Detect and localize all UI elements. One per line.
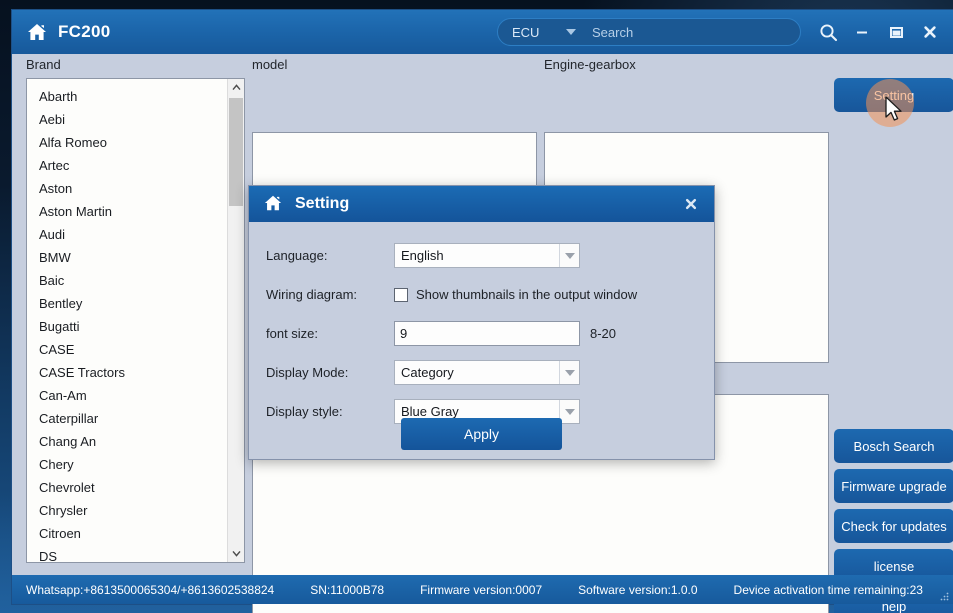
- statusbar-firmware-version: Firmware version:0007: [420, 582, 543, 597]
- app-title: FC200: [58, 22, 111, 41]
- main-content-area: Brand model Engine-gearbox Abarth Aebi Alf…: [12, 54, 953, 613]
- font-size-input[interactable]: [394, 321, 580, 346]
- statusbar-serial-number: SN:11000B78: [310, 582, 385, 597]
- brand-list-item[interactable]: Aston Martin: [27, 200, 227, 223]
- chevron-down-icon[interactable]: [559, 400, 579, 423]
- scrollbar-track[interactable]: [228, 96, 244, 545]
- display-style-value: Blue Gray: [401, 404, 459, 419]
- setting-dialog-body: Language: English Wiring diagram: Show t…: [249, 222, 714, 461]
- bosch-search-button[interactable]: Bosch Search: [834, 429, 953, 463]
- home-icon: [263, 194, 285, 214]
- brand-list[interactable]: Abarth Aebi Alfa Romeo Artec Aston Aston Mart…: [27, 79, 227, 562]
- model-column-label: model: [252, 57, 288, 72]
- brand-list-scrollbar[interactable]: [227, 79, 244, 562]
- side-button-column: Setting Bosch Search Firmware upgrade Check…: [834, 78, 953, 613]
- brand-list-item[interactable]: Abarth: [27, 85, 227, 108]
- brand-list-item[interactable]: BMW: [27, 246, 227, 269]
- language-value: English: [401, 248, 444, 263]
- brand-list-item[interactable]: Aston: [27, 177, 227, 200]
- search-bar[interactable]: ECU: [497, 18, 801, 46]
- font-size-label: font size:: [266, 326, 319, 341]
- language-select[interactable]: English: [394, 243, 580, 268]
- brand-list-item[interactable]: Chrysler: [27, 499, 227, 522]
- brand-list-item[interactable]: Bugatti: [27, 315, 227, 338]
- chevron-down-icon[interactable]: [559, 244, 579, 267]
- close-icon[interactable]: [913, 15, 947, 49]
- window-titlebar: FC200 ECU: [12, 10, 953, 54]
- brand-list-item[interactable]: Audi: [27, 223, 227, 246]
- apply-button[interactable]: Apply: [401, 418, 562, 450]
- chevron-down-icon: [566, 29, 576, 35]
- show-thumbnails-checkbox-row[interactable]: Show thumbnails in the output window: [394, 287, 637, 302]
- show-thumbnails-label: Show thumbnails in the output window: [416, 287, 638, 302]
- display-mode-value: Category: [401, 365, 454, 380]
- setting-dialog: Setting Language: English Wiring diagram…: [248, 185, 715, 460]
- resize-grip-icon[interactable]: [939, 591, 949, 601]
- brand-list-item[interactable]: CASE: [27, 338, 227, 361]
- scroll-down-arrow-icon[interactable]: [228, 545, 244, 562]
- brand-list-item[interactable]: Citroen: [27, 522, 227, 545]
- statusbar-software-version: Software version:1.0.0: [578, 582, 698, 597]
- firmware-upgrade-button[interactable]: Firmware upgrade: [834, 469, 953, 503]
- home-icon: [26, 22, 48, 42]
- brand-list-item[interactable]: Caterpillar: [27, 407, 227, 430]
- search-icon[interactable]: [811, 15, 845, 49]
- display-mode-select[interactable]: Category: [394, 360, 580, 385]
- brand-list-item[interactable]: Can-Am: [27, 384, 227, 407]
- search-input[interactable]: [584, 19, 800, 45]
- language-label: Language:: [266, 248, 328, 263]
- search-scope-dropdown[interactable]: ECU: [498, 19, 584, 45]
- display-mode-row: Display Mode: Category: [249, 353, 714, 392]
- brand-list-item[interactable]: Chevrolet: [27, 476, 227, 499]
- wiring-diagram-row: Wiring diagram: Show thumbnails in the o…: [249, 275, 714, 314]
- search-scope-label: ECU: [512, 24, 540, 40]
- chevron-down-icon[interactable]: [559, 361, 579, 384]
- brand-list-item[interactable]: Alfa Romeo: [27, 131, 227, 154]
- brand-list-item[interactable]: CASE Tractors: [27, 361, 227, 384]
- wiring-diagram-label: Wiring diagram:: [266, 287, 358, 302]
- brand-list-item[interactable]: Baic: [27, 269, 227, 292]
- maximize-icon[interactable]: [879, 15, 913, 49]
- minimize-icon[interactable]: [845, 15, 879, 49]
- brand-list-item[interactable]: Chang An: [27, 430, 227, 453]
- brand-list-item[interactable]: Chery: [27, 453, 227, 476]
- language-row: Language: English: [249, 236, 714, 275]
- show-thumbnails-checkbox[interactable]: [394, 287, 408, 302]
- engine-gearbox-column-label: Engine-gearbox: [544, 57, 636, 72]
- statusbar: Whatsapp:+8613500065304/+8613602538824 S…: [12, 575, 953, 604]
- brand-column-label: Brand: [26, 57, 61, 72]
- scroll-up-arrow-icon[interactable]: [228, 79, 244, 96]
- brand-list-item[interactable]: DS: [27, 545, 227, 562]
- scrollbar-thumb[interactable]: [229, 98, 243, 206]
- brand-list-item[interactable]: Aebi: [27, 108, 227, 131]
- close-icon[interactable]: [678, 191, 704, 217]
- statusbar-whatsapp: Whatsapp:+8613500065304/+8613602538824: [26, 582, 275, 597]
- setting-dialog-title: Setting: [295, 195, 350, 212]
- display-style-label: Display style:: [266, 404, 343, 419]
- brand-list-item[interactable]: Artec: [27, 154, 227, 177]
- fc200-main-window: FC200 ECU Search Brand model Engine-gear…: [12, 10, 953, 613]
- setting-dialog-titlebar: Setting: [249, 186, 714, 222]
- display-mode-label: Display Mode:: [266, 365, 349, 380]
- check-for-updates-button[interactable]: Check for updates: [834, 509, 953, 543]
- font-size-range-hint: 8-20: [590, 326, 617, 341]
- setting-button[interactable]: Setting: [834, 78, 953, 112]
- font-size-row: font size: 8-20: [249, 314, 714, 353]
- statusbar-activation-remaining: Device activation time remaining:23: [733, 582, 923, 597]
- brand-list-panel[interactable]: Abarth Aebi Alfa Romeo Artec Aston Aston Mart…: [26, 78, 245, 563]
- brand-list-item[interactable]: Bentley: [27, 292, 227, 315]
